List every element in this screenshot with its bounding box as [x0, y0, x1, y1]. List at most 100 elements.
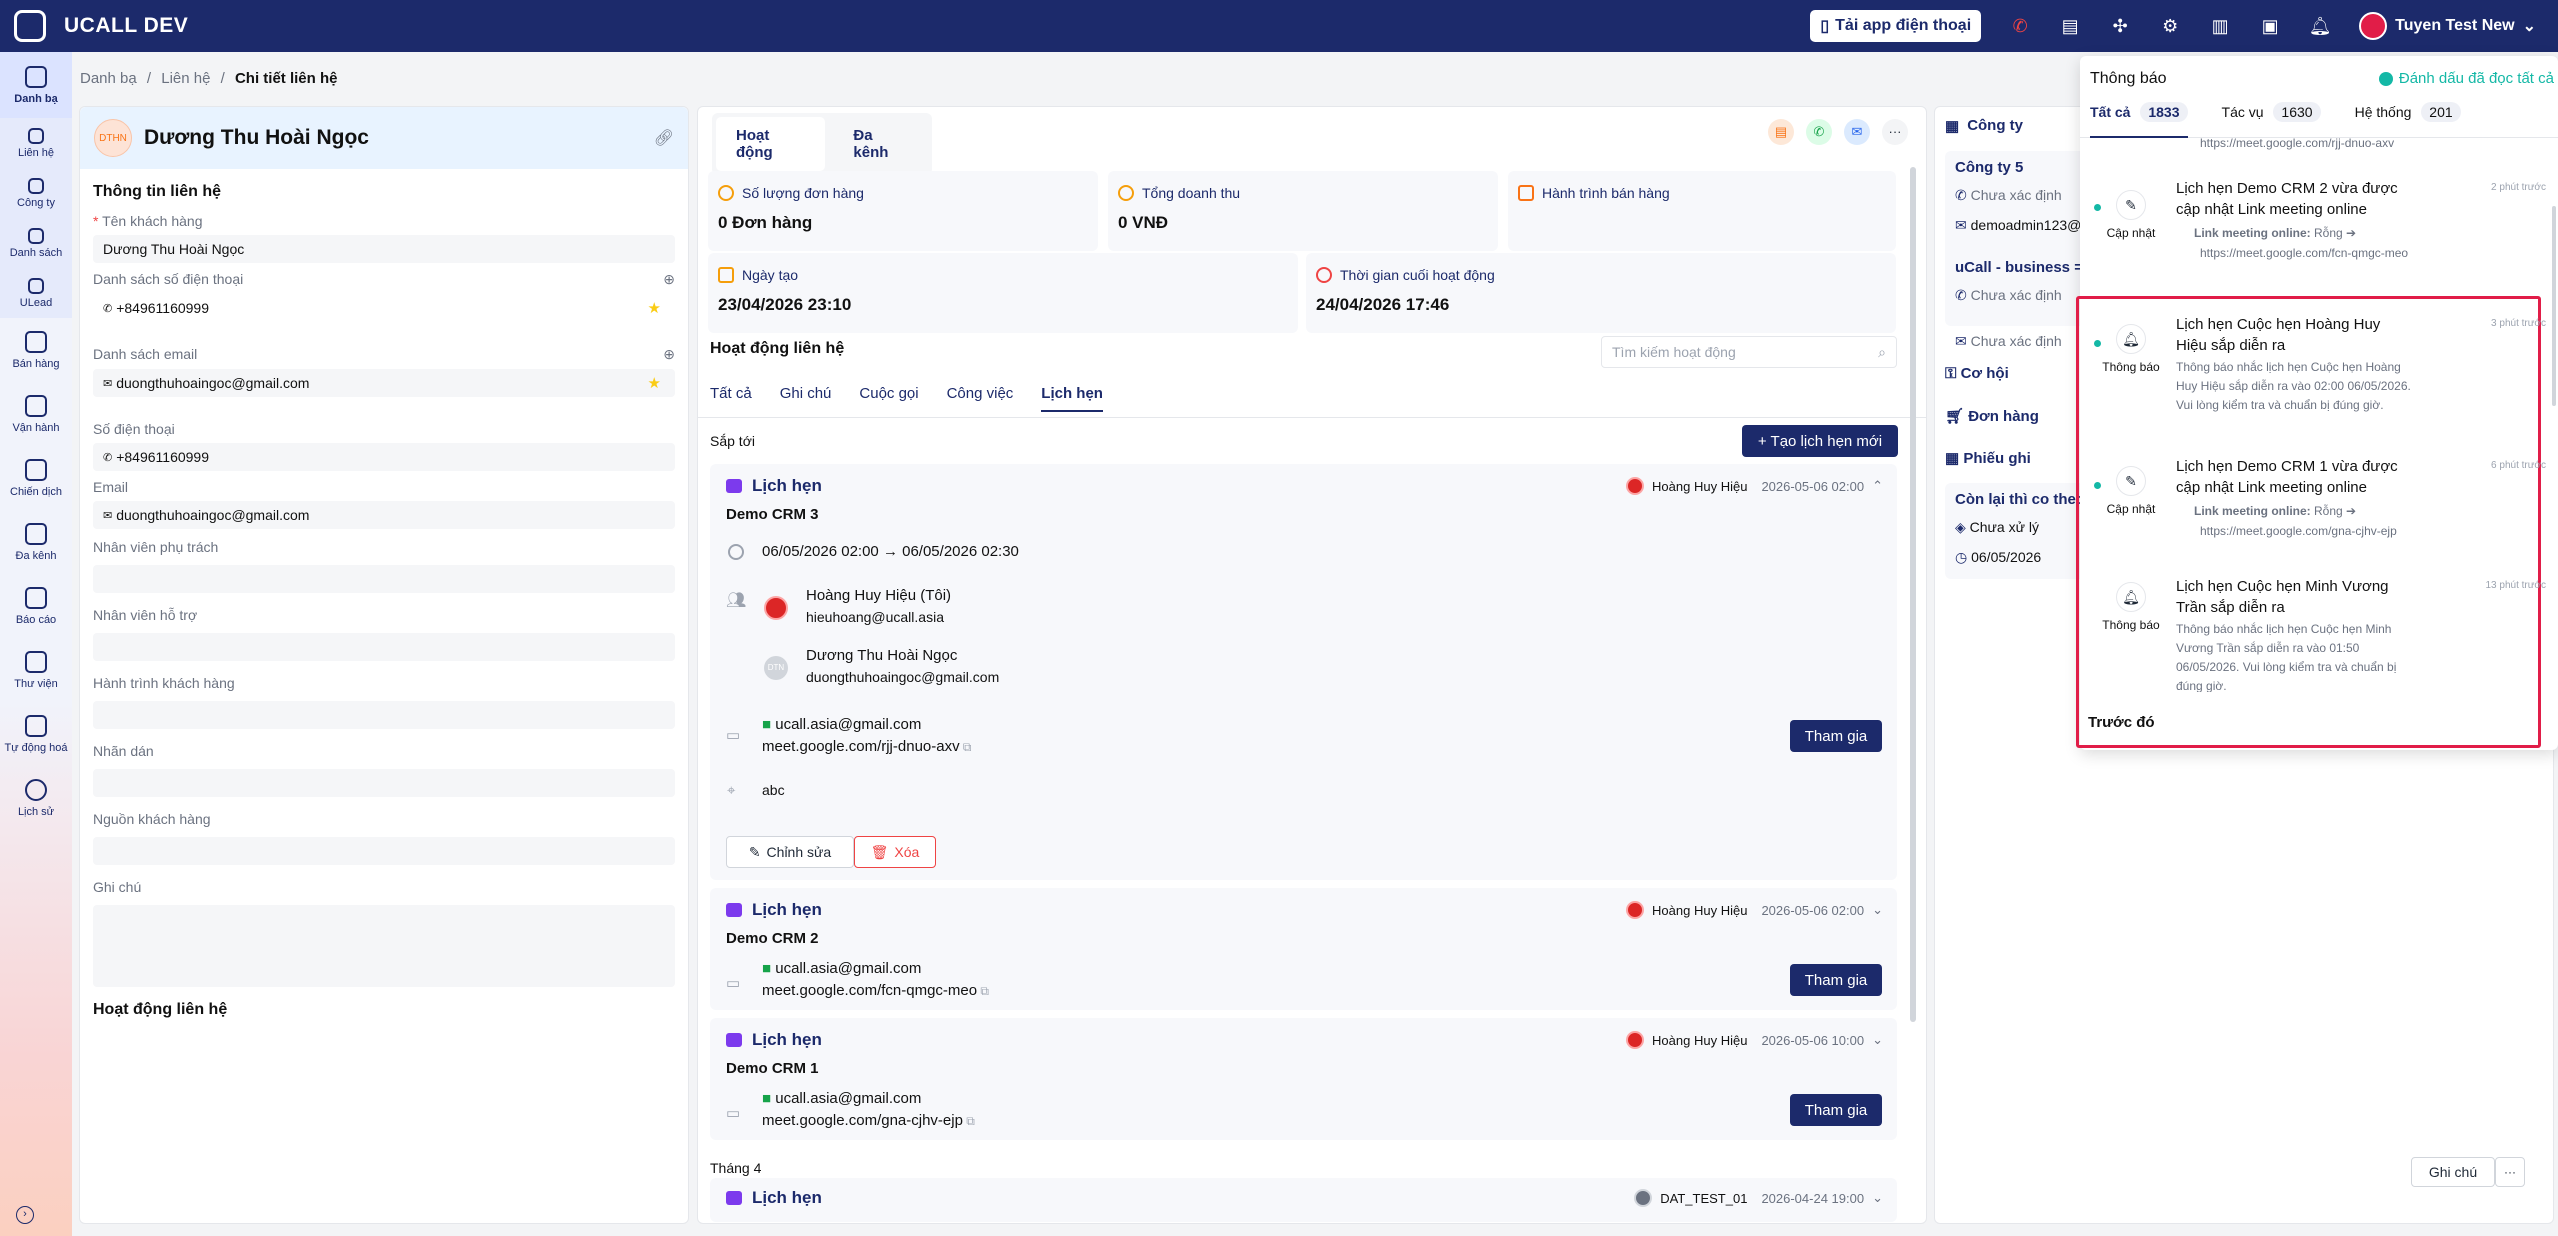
call-icon[interactable]: ✆ — [2009, 15, 2031, 37]
note-action-icon[interactable]: ▤ — [1768, 119, 1794, 145]
briefcase-icon[interactable]: ▣ — [2259, 15, 2281, 37]
contact-name: Dương Thu Hoài Ngọc — [144, 126, 369, 149]
join-button[interactable]: Tham gia — [1790, 1094, 1882, 1126]
email-action-icon[interactable]: ✉ — [1844, 119, 1870, 145]
join-button[interactable]: Tham gia — [1790, 964, 1882, 996]
email-list-item[interactable]: ✉ duongthuhoaingoc@gmail.com ★ — [93, 369, 675, 397]
notification-item[interactable]: 🔔︎ Thông báo Lịch hẹn Cuộc hẹn Minh Vươn… — [2080, 576, 2558, 692]
phone-list-item[interactable]: ✆ +84961160999 ★ — [93, 294, 675, 322]
avatar — [764, 596, 788, 620]
appointment-card[interactable]: Lịch hẹn Hoàng Huy Hiệu 2026-05-06 02:00 ⌃… — [710, 464, 1897, 880]
note-textarea[interactable] — [93, 905, 675, 987]
automation-icon — [25, 714, 47, 737]
star-icon[interactable]: ★ — [648, 299, 661, 317]
sidebar-item-reports[interactable]: Báo cáo — [0, 574, 72, 638]
add-phone-icon[interactable]: ⊕ — [663, 271, 675, 288]
note-button[interactable]: Ghi chú — [2411, 1157, 2495, 1187]
sidebar-item-library[interactable]: Thư viện — [0, 638, 72, 702]
sidebar-item-operations[interactable]: Vận hành — [0, 382, 72, 446]
support-field[interactable] — [93, 633, 675, 661]
collapse-sidebar-icon[interactable]: › — [16, 1206, 34, 1224]
more-button[interactable]: ··· — [2495, 1157, 2525, 1187]
meeting-link[interactable]: meet.google.com/fcn-qmgc-meo ⧉ — [762, 982, 989, 999]
tag-field[interactable] — [93, 769, 675, 797]
subtab-tasks[interactable]: Công việc — [947, 385, 1014, 412]
mail-icon: ✉ — [103, 377, 113, 390]
activity-search-input[interactable]: Tìm kiếm hoạt động ⌕ — [1601, 336, 1897, 368]
chevron-down-icon[interactable]: ⌄ — [1872, 1032, 1883, 1048]
star-icon[interactable]: ★ — [648, 374, 661, 392]
sidebar-item-omnichannel[interactable]: Đa kênh — [0, 510, 72, 574]
notification-item[interactable]: 🔔︎ Thông báo Lịch hẹn Cuộc hẹn Hoàng Huy… — [2080, 316, 2558, 448]
subtab-notes[interactable]: Ghi chú — [780, 385, 832, 412]
ticket-section[interactable]: ▦ Phiếu ghi — [1945, 449, 2031, 467]
breadcrumb-contacts[interactable]: Liên hệ — [161, 70, 210, 87]
download-app-button[interactable]: ▯ Tải app điện thoại — [1810, 10, 1982, 42]
orders-section[interactable]: 🛒︎ Đơn hàng — [1945, 407, 2039, 425]
sidebar-item-history[interactable]: Lịch sử — [0, 766, 72, 830]
call-action-icon[interactable]: ✆ — [1806, 119, 1832, 145]
subtab-calls[interactable]: Cuộc gọi — [859, 385, 918, 412]
sidebar-item-lists[interactable]: Danh sách — [0, 218, 72, 268]
subtab-appointments[interactable]: Lịch hẹn — [1041, 385, 1103, 412]
sidebar-item-ulead[interactable]: ULead — [0, 268, 72, 318]
user-menu[interactable]: Tuyen Test New ⌄ — [2359, 12, 2536, 40]
building-icon — [28, 177, 44, 194]
sidebar-item-sales[interactable]: Bán hàng — [0, 318, 72, 382]
subtab-all[interactable]: Tất cả — [710, 385, 752, 412]
journey-field[interactable] — [93, 701, 675, 729]
avatar — [1634, 1189, 1653, 1207]
opportunity-section[interactable]: ⚿ Cơ hội — [1945, 365, 2009, 382]
link-icon[interactable]: 🔗︎ — [654, 128, 674, 148]
more-icon[interactable]: ··· — [1882, 119, 1908, 145]
chevron-down-icon[interactable]: ⌄ — [1872, 1190, 1883, 1206]
notif-tab-tasks[interactable]: Tác vụ 1630 — [2222, 102, 2321, 137]
email-field[interactable]: ✉ duongthuhoaingoc@gmail.com — [93, 501, 675, 529]
appointment-card[interactable]: Lịch hẹn Hoàng Huy Hiệu 2026-05-06 10:00 ⌄… — [710, 1018, 1897, 1140]
apps-icon[interactable]: ✣ — [2109, 15, 2131, 37]
appointment-card[interactable]: Lịch hẹn Hoàng Huy Hiệu 2026-05-06 02:00 ⌄… — [710, 888, 1897, 1010]
sidebar-item-companies[interactable]: Công ty — [0, 168, 72, 218]
bell-icon[interactable]: 🔔︎ — [2309, 15, 2332, 37]
contacts-icon — [25, 65, 47, 88]
coin-icon — [1118, 185, 1134, 201]
notif-scrollbar[interactable] — [2552, 206, 2556, 406]
owner-field[interactable] — [93, 565, 675, 593]
appointment-card[interactable]: Lịch hẹn DAT_TEST_01 2026-04-24 19:00 ⌄ — [710, 1178, 1897, 1222]
meeting-link[interactable]: meet.google.com/rjj-dnuo-axv ⧉ — [762, 738, 972, 755]
journey-icon — [1518, 185, 1534, 201]
scrollbar[interactable] — [1910, 167, 1916, 1022]
sidebar-item-contacts-book[interactable]: Danh bạ — [0, 52, 72, 118]
tab-omnichannel[interactable]: Đa kênh — [833, 117, 928, 171]
copy-icon[interactable]: ⧉ — [960, 740, 972, 754]
phone-field[interactable]: ✆ +84961160999 — [93, 443, 675, 471]
contact-activity-title: Hoạt động liên hệ — [93, 1001, 228, 1018]
tab-activity[interactable]: Hoạt động — [716, 117, 826, 171]
book-icon[interactable]: ▥ — [2209, 15, 2231, 37]
notif-tab-system[interactable]: Hệ thống 201 — [2355, 102, 2461, 137]
notif-tab-all[interactable]: Tất cả 1833 — [2090, 102, 2188, 138]
unread-dot — [2094, 482, 2101, 489]
delete-button[interactable]: 🗑︎ Xóa — [854, 836, 936, 868]
mark-all-read-button[interactable]: Đánh dấu đã đọc tất cả — [2378, 70, 2554, 87]
chat-icon[interactable]: ▤ — [2059, 15, 2081, 37]
copy-icon[interactable]: ⧉ — [963, 1114, 975, 1128]
sidebar-item-automation[interactable]: Tự động hoá — [0, 702, 72, 766]
chevron-down-icon[interactable]: ⌄ — [1872, 902, 1883, 918]
breadcrumb-contacts-book[interactable]: Danh bạ — [80, 70, 137, 87]
add-email-icon[interactable]: ⊕ — [663, 346, 675, 363]
join-button[interactable]: Tham gia — [1790, 720, 1882, 752]
sidebar-item-campaigns[interactable]: Chiến dịch — [0, 446, 72, 510]
phone-icon: ✆ — [1955, 287, 1971, 303]
copy-icon[interactable]: ⧉ — [977, 984, 989, 998]
notification-item[interactable]: ✎ Cập nhật Lịch hẹn Demo CRM 1 vừa được … — [2080, 458, 2558, 560]
source-field[interactable] — [93, 837, 675, 865]
gear-icon[interactable]: ⚙ — [2159, 15, 2181, 37]
edit-button[interactable]: ✎ Chỉnh sửa — [726, 836, 854, 868]
customer-name-field[interactable]: Dương Thu Hoài Ngọc — [93, 235, 675, 263]
chevron-up-icon[interactable]: ⌃ — [1872, 478, 1883, 494]
app-logo[interactable] — [14, 10, 46, 42]
sidebar-item-contacts[interactable]: Liên hệ — [0, 118, 72, 168]
meeting-link[interactable]: meet.google.com/gna-cjhv-ejp ⧉ — [762, 1112, 975, 1129]
create-appointment-button[interactable]: + Tạo lịch hẹn mới — [1742, 425, 1898, 457]
